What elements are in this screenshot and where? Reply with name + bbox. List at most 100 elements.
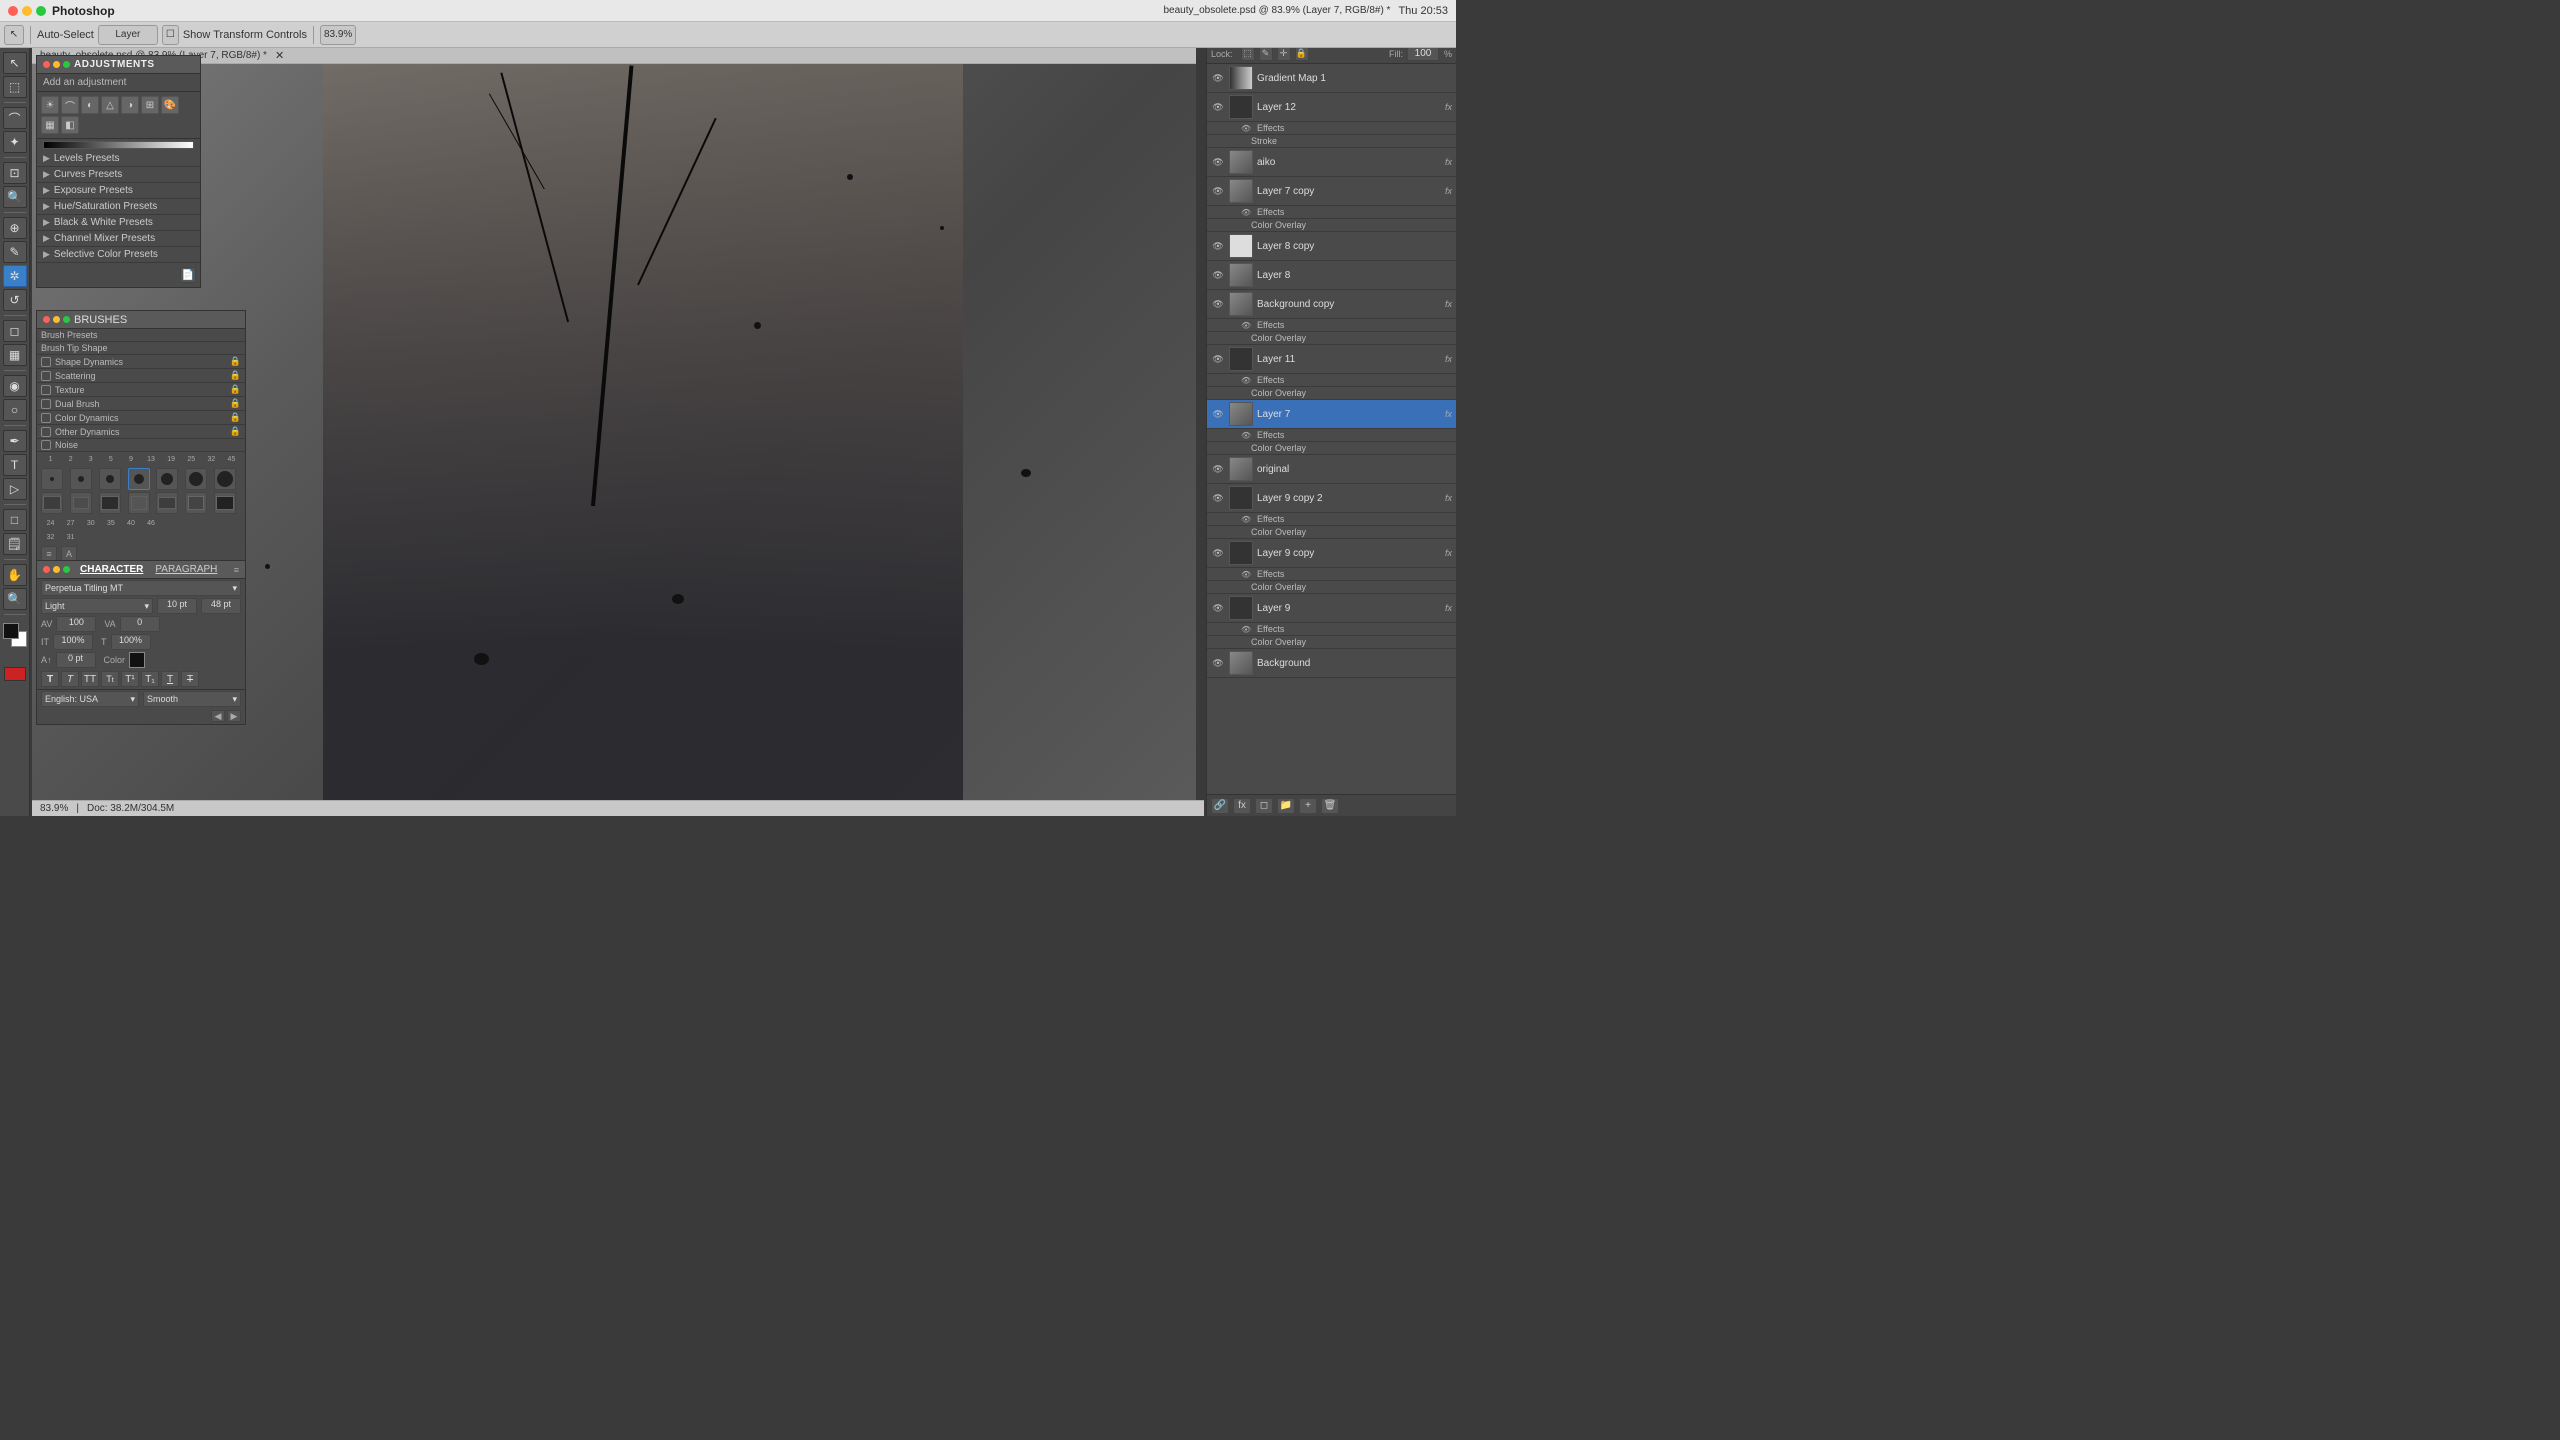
brush-preview-8[interactable]: [41, 492, 63, 514]
history-brush-tool[interactable]: ↺: [3, 289, 27, 311]
magic-wand-tool[interactable]: ✦: [3, 131, 27, 153]
font-style-dropdown[interactable]: Light ▾: [41, 598, 153, 614]
brush-preview-12[interactable]: [156, 492, 178, 514]
layer-visibility-9[interactable]: 👁: [1211, 464, 1225, 475]
adj-curves-presets[interactable]: ▶ Curves Presets: [37, 167, 200, 183]
kerning-input[interactable]: 100: [56, 616, 96, 632]
adj-selective-color-presets[interactable]: ▶ Selective Color Presets: [37, 247, 200, 263]
adj-exposure-presets[interactable]: ▶ Exposure Presets: [37, 183, 200, 199]
italic-btn[interactable]: T: [61, 671, 79, 687]
brush-size-13[interactable]: 13: [142, 454, 161, 464]
layer-item-10[interactable]: 👁Layer 9 copy 2fx: [1207, 484, 1456, 513]
layer-visibility-1[interactable]: 👁: [1211, 102, 1225, 113]
notes-tool[interactable]: 🗒: [3, 533, 27, 555]
layer-effects-header-6[interactable]: 👁Effects: [1207, 319, 1456, 332]
layer-effect-10-0[interactable]: Color Overlay: [1207, 526, 1456, 539]
brush-size-31[interactable]: 31: [61, 532, 80, 542]
brush-size-45[interactable]: 45: [222, 454, 241, 464]
effects-eye-3[interactable]: 👁: [1241, 208, 1253, 217]
fill-input[interactable]: 100: [1407, 47, 1439, 61]
texture-check[interactable]: [41, 385, 51, 395]
layer-effects-header-7[interactable]: 👁Effects: [1207, 374, 1456, 387]
char-color-swatch[interactable]: [129, 652, 145, 668]
brush-preview-3[interactable]: [99, 468, 121, 490]
default-colors[interactable]: [4, 667, 26, 681]
lock-transparent-icon[interactable]: ⬚: [1241, 47, 1255, 61]
other-dynamics-check[interactable]: [41, 427, 51, 437]
brush-shape-dynamics-option[interactable]: Shape Dynamics 🔒: [37, 355, 245, 369]
layer-visibility-4[interactable]: 👁: [1211, 241, 1225, 252]
close-button[interactable]: [8, 6, 18, 16]
brush-preview-1[interactable]: [41, 468, 63, 490]
zoom-display[interactable]: 83.9%: [320, 25, 356, 45]
lock-position-icon[interactable]: ✛: [1277, 47, 1291, 61]
allcaps-btn[interactable]: TT: [81, 671, 99, 687]
brush-size-32[interactable]: 32: [202, 454, 221, 464]
dual-brush-check[interactable]: [41, 399, 51, 409]
layer-effect-3-0[interactable]: Color Overlay: [1207, 219, 1456, 232]
layer-item-1[interactable]: 👁Layer 12fx: [1207, 93, 1456, 122]
path-selection-tool[interactable]: ▷: [3, 478, 27, 500]
brush-preview-10[interactable]: [99, 492, 121, 514]
brushes-window-controls[interactable]: [43, 316, 70, 323]
brush-preview-13[interactable]: [185, 492, 207, 514]
layer-effect-7-0[interactable]: Color Overlay: [1207, 387, 1456, 400]
adj-channel-mixer-presets[interactable]: ▶ Channel Mixer Presets: [37, 231, 200, 247]
bold-btn[interactable]: T: [41, 671, 59, 687]
brush-preview-4[interactable]: [128, 468, 150, 490]
layer-effects-header-1[interactable]: 👁Effects: [1207, 122, 1456, 135]
brush-size-3[interactable]: 3: [81, 454, 100, 464]
brush-size-40[interactable]: 40: [121, 518, 140, 528]
brushes-min-btn[interactable]: [53, 316, 60, 323]
crop-tool[interactable]: ⊡: [3, 162, 27, 184]
char-nav-right[interactable]: ▶: [227, 710, 241, 722]
effects-eye-12[interactable]: 👁: [1241, 625, 1253, 634]
layer-visibility-2[interactable]: 👁: [1211, 157, 1225, 168]
lasso-tool[interactable]: ⌒: [3, 107, 27, 129]
maximize-button[interactable]: [36, 6, 46, 16]
layer-visibility-11[interactable]: 👁: [1211, 548, 1225, 559]
adj-exposure-icon[interactable]: ◐: [81, 96, 99, 114]
character-panel-menu[interactable]: ≡: [234, 565, 239, 575]
move-tool-btn[interactable]: ↖: [4, 25, 24, 45]
eraser-tool[interactable]: ◻: [3, 320, 27, 342]
scattering-check[interactable]: [41, 371, 51, 381]
gradient-tool[interactable]: ▦: [3, 344, 27, 366]
brush-size-1[interactable]: 1: [41, 454, 60, 464]
layer-visibility-10[interactable]: 👁: [1211, 493, 1225, 504]
brush-size-35[interactable]: 35: [101, 518, 120, 528]
layer-item-13[interactable]: 👁Background: [1207, 649, 1456, 678]
brush-tool[interactable]: ✎: [3, 241, 27, 263]
adj-bw-presets[interactable]: ▶ Black & White Presets: [37, 215, 200, 231]
minimize-button[interactable]: [22, 6, 32, 16]
layer-item-8[interactable]: 👁Layer 7fx: [1207, 400, 1456, 429]
char-close-btn[interactable]: [43, 566, 50, 573]
zoom-tool[interactable]: 🔍: [3, 588, 27, 610]
layer-item-5[interactable]: 👁Layer 8: [1207, 261, 1456, 290]
char-max-btn[interactable]: [63, 566, 70, 573]
char-min-btn[interactable]: [53, 566, 60, 573]
auto-select-dropdown[interactable]: Layer: [98, 25, 158, 45]
adj-page-icon[interactable]: 📄: [180, 267, 196, 283]
layer-visibility-6[interactable]: 👁: [1211, 299, 1225, 310]
add-link-btn[interactable]: 🔗: [1211, 798, 1229, 814]
layer-effects-header-3[interactable]: 👁Effects: [1207, 206, 1456, 219]
layer-item-6[interactable]: 👁Background copyfx: [1207, 290, 1456, 319]
lock-all-icon[interactable]: 🔒: [1295, 47, 1309, 61]
layer-effect-11-0[interactable]: Color Overlay: [1207, 581, 1456, 594]
eyedropper-tool[interactable]: 🔍: [3, 186, 27, 208]
spot-heal-tool[interactable]: ⊕: [3, 217, 27, 239]
adj-close-btn[interactable]: [43, 61, 50, 68]
brush-scattering-option[interactable]: Scattering 🔒: [37, 369, 245, 383]
brush-preview-9[interactable]: [70, 492, 92, 514]
baseline-input[interactable]: 0 pt: [56, 652, 96, 668]
brush-size-5[interactable]: 5: [101, 454, 120, 464]
brush-preview-11[interactable]: [128, 492, 150, 514]
effects-eye-8[interactable]: 👁: [1241, 431, 1253, 440]
add-mask-btn[interactable]: ◻: [1255, 798, 1273, 814]
brushes-max-btn[interactable]: [63, 316, 70, 323]
layer-visibility-13[interactable]: 👁: [1211, 658, 1225, 669]
character-title-bar[interactable]: CHARACTER PARAGRAPH ≡: [37, 561, 245, 579]
subscript-btn[interactable]: T₁: [141, 671, 159, 687]
lock-brush-icon[interactable]: ✎: [1259, 47, 1273, 61]
